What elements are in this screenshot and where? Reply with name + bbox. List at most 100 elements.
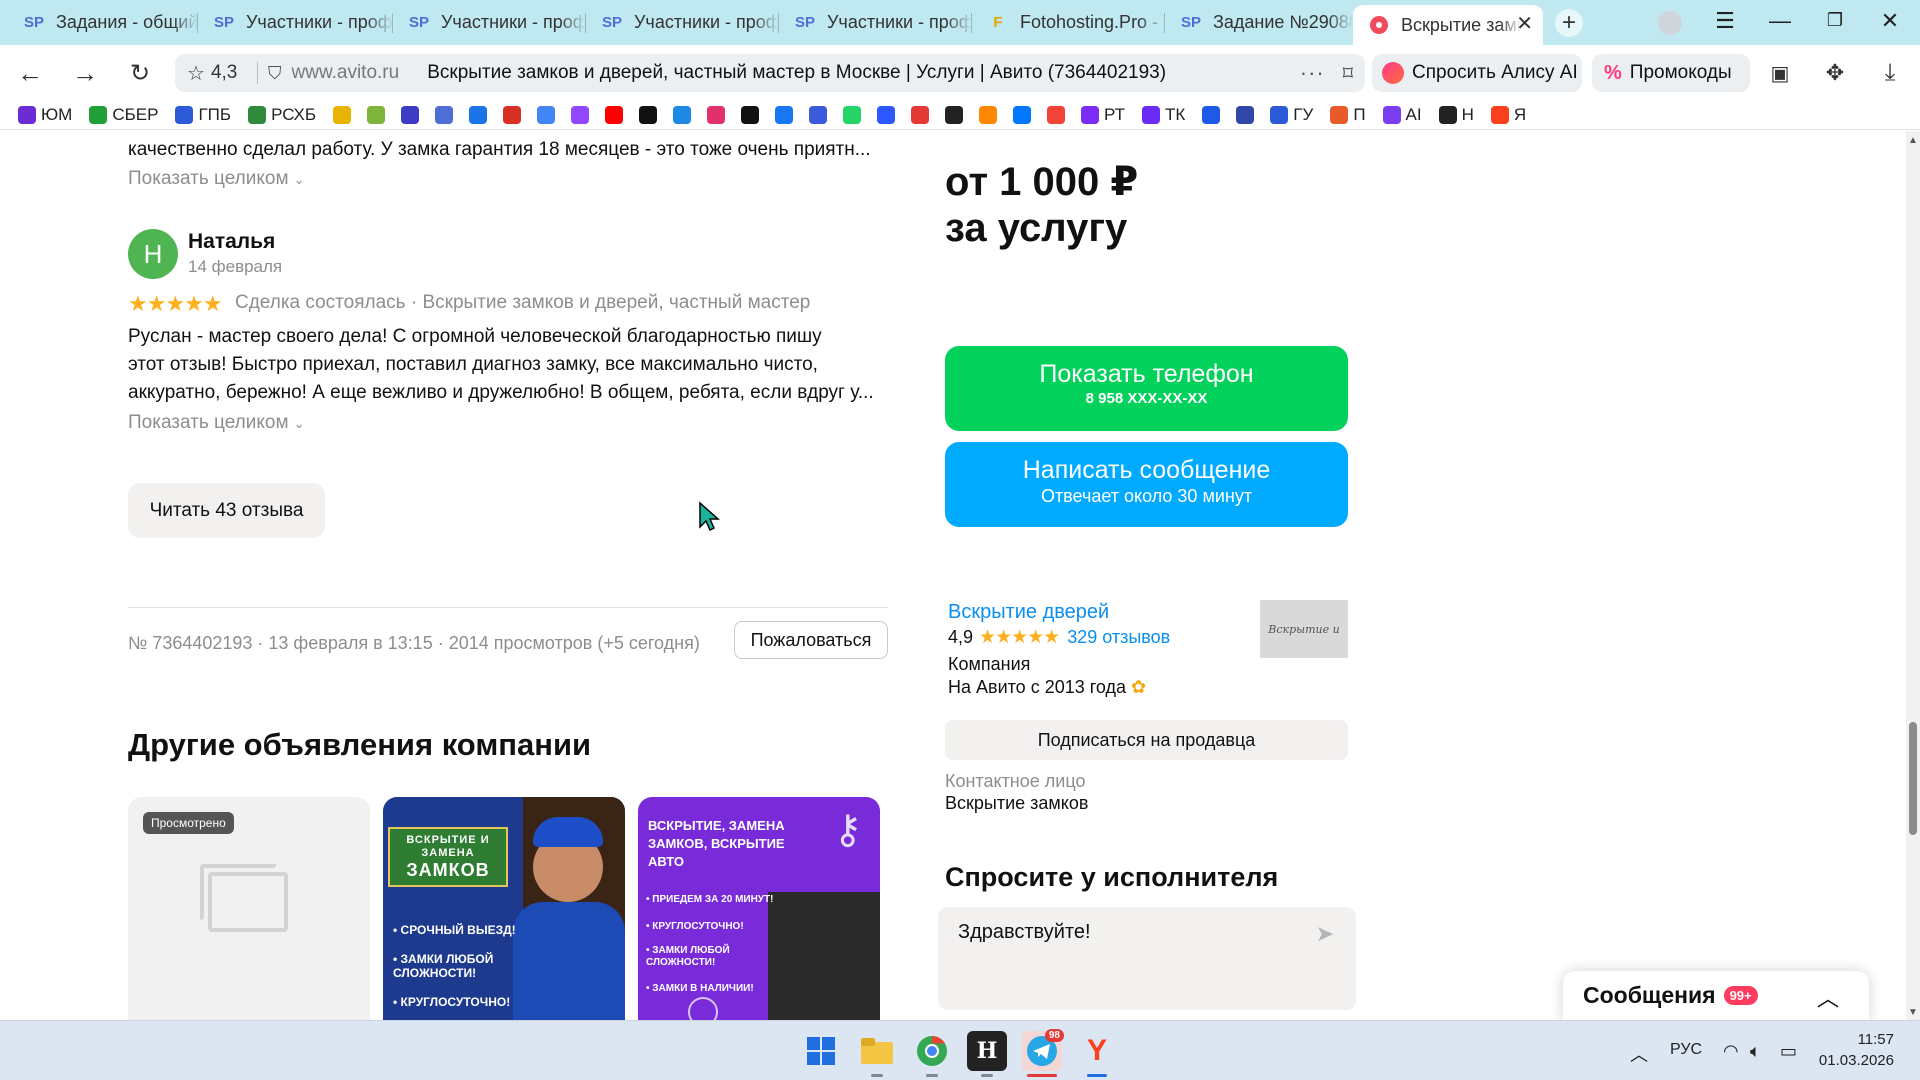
bookmark-item[interactable]: РТ <box>1081 105 1125 125</box>
tab-3[interactable]: SP Участники - профи <box>393 5 586 40</box>
menu-icon[interactable]: ☰ <box>1707 8 1743 34</box>
bookmark-item[interactable] <box>605 105 624 124</box>
bookmark-item[interactable] <box>877 105 896 124</box>
download-icon[interactable]: ⤓ <box>1872 55 1908 91</box>
start-icon[interactable] <box>801 1031 841 1071</box>
bookmark-item[interactable] <box>1236 105 1255 124</box>
scroll-down-icon[interactable]: ▼ <box>1908 1007 1918 1018</box>
listing-card[interactable]: Просмотрено <box>128 797 370 1020</box>
tab-4[interactable]: SP Участники - профи <box>586 5 779 40</box>
bookmarks-bar: ЮМ СБЕР ГПБ РСХБ РТ ТК ГУ П AI Н Я <box>0 100 1920 130</box>
bookmark-favicon-icon <box>1438 105 1457 124</box>
bookmark-item[interactable] <box>979 105 998 124</box>
bookmark-item[interactable] <box>741 105 760 124</box>
bookmark-icon[interactable]: ⌑ <box>1343 61 1353 86</box>
show-full-link[interactable]: Показать целиком ⌄ <box>128 168 305 190</box>
seller-reviews-link[interactable]: 329 отзывов <box>1067 627 1170 648</box>
bookmark-item[interactable] <box>1013 105 1032 124</box>
bookmark-item[interactable] <box>673 105 692 124</box>
bookmark-item[interactable] <box>469 105 488 124</box>
bookmark-item[interactable]: СБЕР <box>89 105 158 125</box>
bookmark-item[interactable] <box>537 105 556 124</box>
bookmark-favicon-icon <box>248 105 267 124</box>
bookmark-item[interactable]: ГУ <box>1270 105 1313 125</box>
bookmark-item[interactable] <box>435 105 454 124</box>
bookmark-item[interactable]: Я <box>1490 105 1526 125</box>
bookmark-item[interactable] <box>843 105 862 124</box>
extensions-icon[interactable]: ✥ <box>1817 55 1853 91</box>
bookmark-item[interactable] <box>367 105 386 124</box>
address-bar[interactable]: ☆ 4,3 ⛉ www.avito.ru Вскрытие замков и д… <box>175 54 1365 92</box>
bookmark-item[interactable] <box>945 105 964 124</box>
write-message-button[interactable]: Написать сообщение Отвечает около 30 мин… <box>945 442 1348 527</box>
bookmark-item[interactable]: РСХБ <box>248 105 316 125</box>
bookmark-item[interactable] <box>911 105 930 124</box>
restore-icon[interactable]: ❐ <box>1817 10 1853 31</box>
bookmark-item[interactable] <box>707 105 726 124</box>
seller-logo[interactable]: Вскрытие и <box>1260 600 1348 658</box>
show-full-link[interactable]: Показать целиком ⌄ <box>128 412 305 434</box>
bookmark-item[interactable]: Н <box>1438 105 1474 125</box>
volume-icon[interactable]: 🔈︎ <box>1750 1041 1761 1062</box>
input-language[interactable]: РУС <box>1670 1041 1702 1059</box>
tab-5[interactable]: SP Участники - профи <box>779 5 972 40</box>
close-window-icon[interactable]: ✕ <box>1872 8 1908 34</box>
tab-1[interactable]: SP Задания - общий с <box>8 5 198 40</box>
back-icon[interactable]: ← <box>12 55 48 91</box>
more-icon[interactable]: ··· <box>1300 60 1325 86</box>
ask-alice-button[interactable]: Спросить Алису AI <box>1372 54 1582 92</box>
tab-active[interactable]: Вскрытие замк ✕ <box>1353 5 1543 45</box>
scroll-up-icon[interactable]: ▲ <box>1908 135 1918 146</box>
bookmark-item[interactable] <box>1202 105 1221 124</box>
chevron-up-icon[interactable]: ︿ <box>1817 981 1839 1013</box>
close-tab-icon[interactable]: ✕ <box>1516 11 1533 36</box>
new-tab-button[interactable]: + <box>1555 9 1583 37</box>
bookmark-item[interactable]: ЮМ <box>18 105 72 125</box>
bookmark-item[interactable] <box>775 105 794 124</box>
site-rating[interactable]: ☆ 4,3 <box>175 61 247 86</box>
tab-6[interactable]: F Fotohosting.Pro - С <box>972 5 1165 40</box>
messages-widget[interactable]: Сообщения 99+ ︿ <box>1563 971 1869 1020</box>
tab-7[interactable]: SP Задание №29088 <box>1165 5 1353 40</box>
bookmark-item[interactable] <box>639 105 658 124</box>
forward-icon[interactable]: → <box>67 55 103 91</box>
chrome-icon[interactable] <box>912 1031 952 1077</box>
bookmark-item[interactable] <box>1047 105 1066 124</box>
bookmark-item[interactable] <box>333 105 352 124</box>
send-icon[interactable]: ➤ <box>1316 921 1334 947</box>
minimize-icon[interactable]: — <box>1762 8 1798 34</box>
gallery-icon[interactable]: ▣ <box>1762 55 1798 91</box>
ask-message-input[interactable]: Здравствуйте! ➤ <box>938 907 1356 1010</box>
listing-card[interactable]: ВСКРЫТИЕ И ЗАМЕНА ЗАМКОВ • СРОЧНЫЙ ВЫЕЗД… <box>383 797 625 1020</box>
scrollbar[interactable]: ▲ ▼ <box>1906 131 1920 1020</box>
telegram-icon[interactable]: 98 <box>1022 1029 1064 1077</box>
fotohosting-icon: F <box>993 14 1003 31</box>
listing-card[interactable]: ⚷ ВСКРЫТИЕ, ЗАМЕНА ЗАМКОВ, ВСКРЫТИЕ АВТО… <box>638 797 880 1020</box>
promo-codes-button[interactable]: % Промокоды <box>1592 54 1750 92</box>
bookmark-item[interactable] <box>503 105 522 124</box>
shield-icon[interactable]: ⛉ <box>268 63 282 84</box>
bookmark-item[interactable] <box>809 105 828 124</box>
tab-2[interactable]: SP Участники - профи <box>198 5 393 40</box>
bookmark-item[interactable]: AI <box>1382 105 1422 125</box>
bookmark-item[interactable]: ТК <box>1142 105 1185 125</box>
tray-chevron-up-icon[interactable]: ︿ <box>1630 1041 1648 1067</box>
bookmark-item[interactable] <box>401 105 420 124</box>
subscribe-button[interactable]: Подписаться на продавца <box>945 720 1348 760</box>
seller-name-link[interactable]: Вскрытие дверей <box>948 601 1109 624</box>
battery-icon[interactable]: ▭ <box>1780 1041 1797 1062</box>
file-explorer-icon[interactable] <box>857 1031 897 1077</box>
bookmark-item[interactable] <box>571 105 590 124</box>
system-clock[interactable]: 11:57 01.03.2026 <box>1818 1029 1894 1071</box>
reload-icon[interactable]: ↻ <box>122 55 158 91</box>
wifi-icon[interactable]: ◠ <box>1723 1041 1739 1062</box>
read-reviews-button[interactable]: Читать 43 отзыва <box>128 483 325 538</box>
app-h-icon[interactable]: Н <box>967 1031 1007 1077</box>
yandex-browser-icon[interactable]: Y <box>1077 1031 1117 1077</box>
show-phone-button[interactable]: Показать телефон 8 958 XXX-XX-XX <box>945 346 1348 431</box>
bookmark-item[interactable]: П <box>1330 105 1366 125</box>
bookmark-item[interactable]: ГПБ <box>175 105 231 125</box>
scrollbar-thumb[interactable] <box>1909 722 1917 835</box>
profile-icon[interactable] <box>1658 11 1682 35</box>
report-button[interactable]: Пожаловаться <box>734 621 888 659</box>
